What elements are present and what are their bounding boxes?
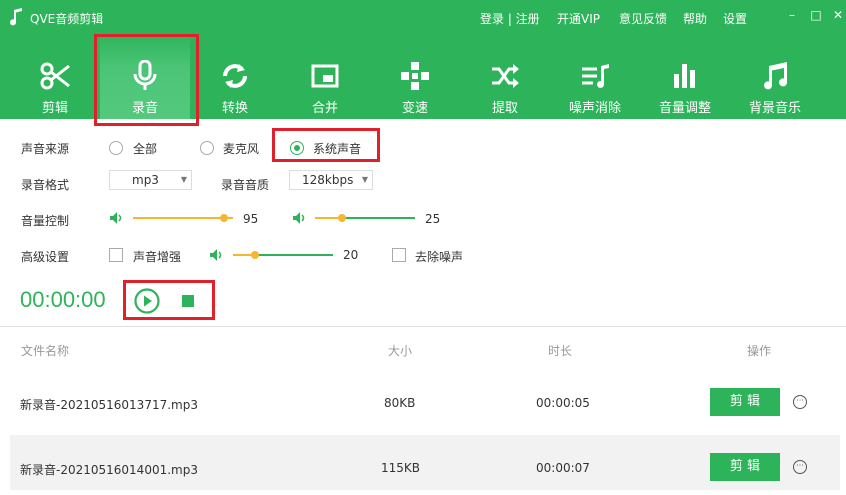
file-duration: 00:00:07	[536, 461, 590, 475]
merge-icon	[311, 64, 339, 88]
column-header-name: 文件名称	[21, 344, 70, 358]
edit-button[interactable]: 剪 辑	[710, 453, 780, 481]
speed-icon	[401, 62, 429, 90]
speaker-icon	[210, 249, 222, 261]
record-tool-highlight	[94, 34, 199, 126]
advanced-label: 高级设置	[21, 250, 70, 264]
quality-label: 录音音质	[221, 178, 270, 192]
record-timer: 00:00:00	[20, 287, 106, 312]
quality-value: 128kbps	[302, 173, 354, 187]
tool-extract-label: 提取	[491, 101, 518, 116]
volume-2-value: 25	[425, 212, 441, 226]
volume-slider-2-thumb[interactable]	[338, 214, 346, 222]
login-register-link[interactable]: 登录 | 注册	[480, 10, 540, 27]
chevron-down-icon: ▼	[361, 175, 368, 184]
tool-convert[interactable]: 转换	[190, 34, 280, 119]
denoise-checkbox[interactable]	[392, 248, 406, 262]
tool-bgm-label: 背景音乐	[748, 101, 801, 116]
file-size: 115KB	[381, 461, 421, 475]
quality-select[interactable]: 128kbps ▼	[289, 170, 373, 190]
denoise-label[interactable]: 去除噪声	[415, 248, 463, 265]
file-duration: 00:00:05	[536, 396, 590, 410]
bar-chart-icon	[674, 64, 695, 88]
column-header-action: 操作	[747, 344, 772, 358]
feedback-link[interactable]: 意见反馈	[619, 10, 667, 27]
more-icon[interactable]: ···	[793, 460, 807, 474]
format-label: 录音格式	[21, 178, 70, 192]
minimize-button[interactable]: –	[784, 8, 800, 24]
vip-link[interactable]: 开通VIP	[557, 10, 600, 27]
close-button[interactable]: ✕	[830, 8, 846, 24]
speaker-icon	[110, 212, 122, 224]
enhance-slider-thumb[interactable]	[251, 251, 259, 259]
recorder-controls-highlight	[123, 280, 215, 320]
tool-volume[interactable]: 音量调整	[640, 34, 730, 119]
source-all-label[interactable]: 全部	[133, 140, 157, 157]
file-name: 新录音-20210516014001.mp3	[20, 463, 198, 477]
edit-button[interactable]: 剪 辑	[710, 388, 780, 416]
tool-cut-label: 剪辑	[41, 101, 68, 116]
divider	[0, 326, 846, 327]
source-mic-label[interactable]: 麦克风	[223, 140, 259, 157]
tool-cut[interactable]: 剪辑	[10, 34, 100, 119]
format-select[interactable]: mp3 ▼	[109, 170, 192, 190]
tool-volume-label: 音量调整	[658, 101, 711, 116]
table-row[interactable]: 新录音-20210516013717.mp3 80KB 00:00:05 剪 辑…	[10, 375, 840, 430]
music-note-icon	[10, 8, 22, 26]
volume-slider-1[interactable]	[133, 217, 233, 219]
tool-bgm[interactable]: 背景音乐	[730, 34, 820, 119]
system-sound-highlight	[272, 128, 380, 162]
volume-1-value: 95	[243, 212, 259, 226]
volume-slider-1-thumb[interactable]	[220, 214, 228, 222]
equalizer-note-icon	[582, 64, 609, 88]
app-title: QVE音频剪辑	[30, 12, 104, 26]
refresh-icon	[223, 64, 247, 88]
settings-link[interactable]: 设置	[723, 10, 747, 27]
enhance-label[interactable]: 声音增强	[133, 248, 181, 265]
enhance-value: 20	[343, 248, 359, 262]
maximize-button[interactable]: □	[808, 8, 824, 24]
file-size: 80KB	[384, 396, 416, 410]
tool-speed[interactable]: 变速	[370, 34, 460, 119]
speaker-icon	[293, 212, 305, 224]
scissors-icon	[40, 62, 70, 90]
table-row[interactable]: 新录音-20210516014001.mp3 115KB 00:00:07 剪 …	[10, 435, 840, 490]
volume-label: 音量控制	[21, 214, 70, 228]
tool-extract[interactable]: 提取	[460, 34, 550, 119]
source-all-radio[interactable]	[109, 141, 123, 155]
tool-convert-label: 转换	[221, 101, 248, 116]
source-label: 声音来源	[21, 142, 70, 156]
tool-denoise[interactable]: 噪声消除	[550, 34, 640, 119]
help-link[interactable]: 帮助	[683, 10, 707, 27]
source-mic-radio[interactable]	[200, 141, 214, 155]
column-header-size: 大小	[388, 344, 413, 358]
shuffle-icon	[492, 64, 519, 88]
title-bar: QVE音频剪辑 登录 | 注册 开通VIP 意见反馈 帮助 设置 – □ ✕	[0, 0, 846, 34]
tool-speed-label: 变速	[401, 101, 428, 116]
file-name: 新录音-20210516013717.mp3	[20, 398, 198, 412]
more-icon[interactable]: ···	[793, 395, 807, 409]
music-icon	[764, 62, 788, 90]
format-value: mp3	[132, 173, 159, 187]
column-header-duration: 时长	[548, 344, 573, 358]
enhance-checkbox[interactable]	[109, 248, 123, 262]
tool-merge-label: 合并	[311, 101, 338, 116]
chevron-down-icon: ▼	[180, 175, 187, 184]
tool-merge[interactable]: 合并	[280, 34, 370, 119]
tool-denoise-label: 噪声消除	[568, 101, 621, 116]
